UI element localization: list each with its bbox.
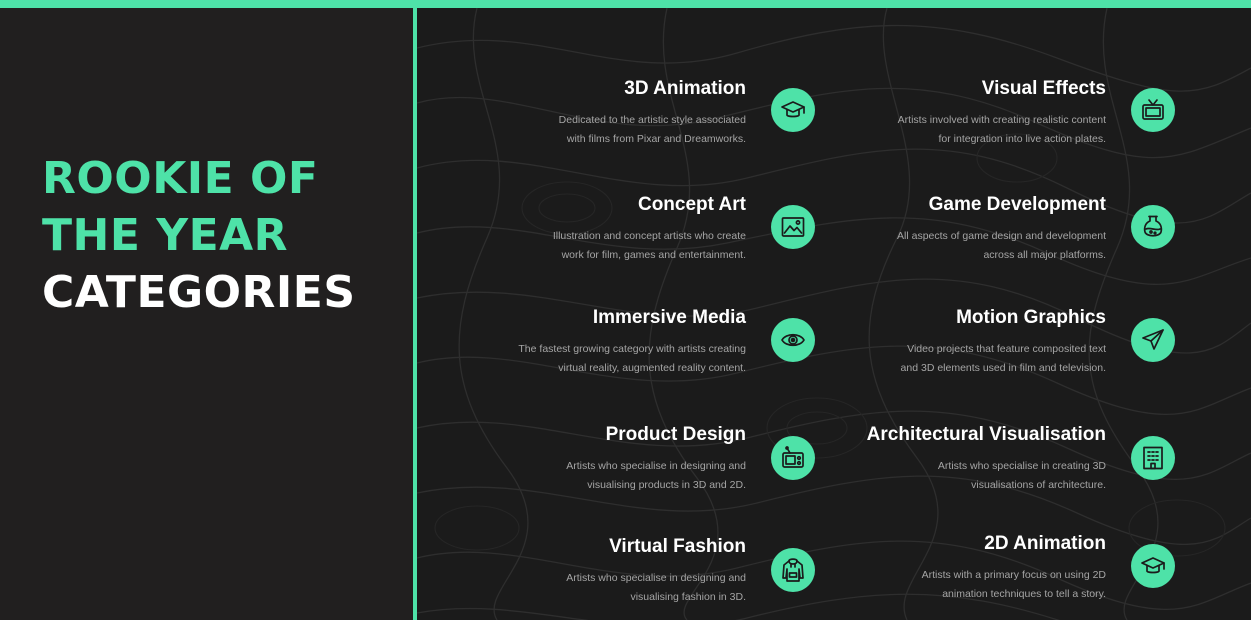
building-icon[interactable] bbox=[1131, 436, 1175, 480]
description-line: Video projects that feature composited t… bbox=[907, 343, 1106, 355]
radio-icon[interactable] bbox=[771, 436, 815, 480]
category-immersive-media[interactable]: Immersive Media The fastest growing cate… bbox=[417, 307, 746, 387]
category-description: Illustration and concept artists who cre… bbox=[553, 227, 746, 264]
category-2d-animation[interactable]: 2D Animation Artists with a primary focu… bbox=[837, 533, 1106, 613]
page-title: ROOKIE OF THE YEAR CATEGORIES bbox=[42, 150, 356, 321]
description-line: and 3D elements used in film and televis… bbox=[900, 361, 1106, 374]
category-description: Artists who specialise in designing and … bbox=[566, 569, 746, 606]
category-title: Concept Art bbox=[637, 194, 746, 215]
graduation-cap-icon[interactable] bbox=[771, 88, 815, 132]
description-line: Artists who specialise in designing and bbox=[566, 572, 746, 584]
description-line: work for film, games and entertainment. bbox=[561, 248, 746, 261]
category-description: The fastest growing category with artist… bbox=[518, 340, 746, 377]
category-title: Product Design bbox=[605, 424, 746, 445]
category-product-design[interactable]: Product Design Artists who specialise in… bbox=[417, 424, 746, 504]
description-line: Dedicated to the artistic style associat… bbox=[558, 114, 746, 126]
category-description: Artists involved with creating realistic… bbox=[898, 111, 1106, 148]
description-line: Illustration and concept artists who cre… bbox=[552, 230, 746, 242]
description-line: across all major platforms. bbox=[983, 248, 1106, 261]
picture-icon[interactable] bbox=[771, 205, 815, 249]
description-line: visualisations of architecture. bbox=[971, 478, 1106, 491]
description-line: Artists with a primary focus on using 2D bbox=[921, 569, 1106, 581]
title-line-3: CATEGORIES bbox=[42, 267, 356, 318]
category-description: Artists who specialise in designing and … bbox=[566, 457, 746, 494]
category-description: Artists with a primary focus on using 2D… bbox=[922, 566, 1106, 603]
category-motion-graphics[interactable]: Motion Graphics Video projects that feat… bbox=[837, 307, 1106, 387]
category-title: Visual Effects bbox=[981, 78, 1106, 99]
graduation-cap-icon[interactable] bbox=[1131, 544, 1175, 588]
description-line: animation techniques to tell a story. bbox=[942, 587, 1106, 600]
category-title: Immersive Media bbox=[592, 307, 746, 328]
description-line: with films from Pixar and Dreamworks. bbox=[566, 132, 746, 145]
category-title: Architectural Visualisation bbox=[866, 424, 1106, 445]
paper-plane-icon[interactable] bbox=[1131, 318, 1175, 362]
title-line-2: THE YEAR bbox=[42, 210, 289, 261]
eye-icon[interactable] bbox=[771, 318, 815, 362]
category-architectural-visualisation[interactable]: Architectural Visualisation Artists who … bbox=[837, 424, 1106, 504]
tv-icon[interactable] bbox=[1131, 88, 1175, 132]
categories-panel: 3D Animation Dedicated to the artistic s… bbox=[417, 8, 1251, 620]
category-title: Motion Graphics bbox=[956, 307, 1106, 328]
category-game-development[interactable]: Game Development All aspects of game des… bbox=[837, 194, 1106, 274]
category-title: Game Development bbox=[928, 194, 1106, 215]
category-3d-animation[interactable]: 3D Animation Dedicated to the artistic s… bbox=[417, 78, 746, 158]
category-description: Dedicated to the artistic style associat… bbox=[559, 111, 746, 148]
description-line: visualising fashion in 3D. bbox=[630, 590, 746, 603]
category-virtual-fashion[interactable]: Virtual Fashion Artists who specialise i… bbox=[417, 536, 746, 616]
title-line-1: ROOKIE OF bbox=[42, 153, 319, 204]
description-line: Artists who specialise in designing and bbox=[566, 460, 746, 472]
description-line: visualising products in 3D and 2D. bbox=[587, 478, 746, 491]
category-description: All aspects of game design and developme… bbox=[897, 227, 1106, 264]
category-visual-effects[interactable]: Visual Effects Artists involved with cre… bbox=[837, 78, 1106, 158]
category-title: Virtual Fashion bbox=[609, 536, 746, 557]
description-line: The fastest growing category with artist… bbox=[518, 343, 746, 355]
description-line: Artists who specialise in creating 3D bbox=[937, 460, 1106, 472]
description-line: Artists involved with creating realistic… bbox=[897, 114, 1106, 126]
category-title: 3D Animation bbox=[624, 78, 746, 99]
potion-flask-icon[interactable] bbox=[1131, 205, 1175, 249]
category-description: Artists who specialise in creating 3D vi… bbox=[938, 457, 1106, 494]
category-title: 2D Animation bbox=[984, 533, 1106, 554]
description-line: for integration into live action plates. bbox=[938, 132, 1106, 145]
title-panel: ROOKIE OF THE YEAR CATEGORIES bbox=[0, 8, 413, 620]
category-description: Video projects that feature composited t… bbox=[901, 340, 1106, 377]
top-accent-bar bbox=[0, 0, 1251, 8]
description-line: All aspects of game design and developme… bbox=[897, 230, 1106, 242]
category-concept-art[interactable]: Concept Art Illustration and concept art… bbox=[417, 194, 746, 274]
description-line: virtual reality, augmented reality conte… bbox=[558, 361, 746, 374]
hoodie-icon[interactable] bbox=[771, 548, 815, 592]
